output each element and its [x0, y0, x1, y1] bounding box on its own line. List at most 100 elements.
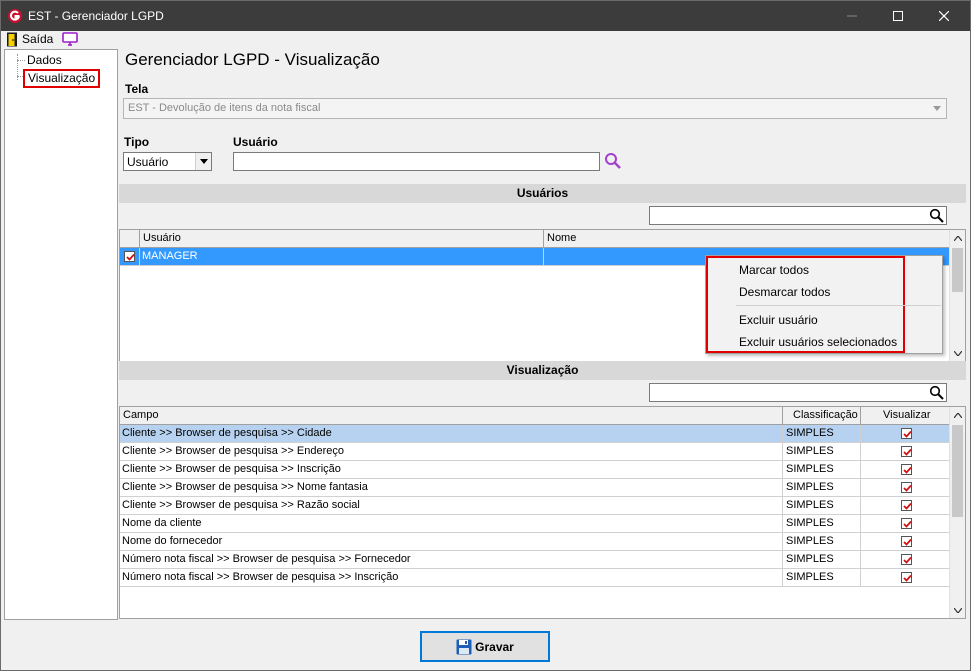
scroll-down-icon[interactable] [950, 345, 965, 361]
grid-header: Campo Classificação Visualizar [120, 407, 949, 425]
visualizar-cell[interactable] [861, 479, 949, 497]
minimize-button[interactable] [829, 1, 875, 31]
visualizacao-scrollbar[interactable] [949, 407, 965, 618]
exit-menu-item[interactable]: Saída [22, 32, 53, 46]
visualizar-cell[interactable] [861, 533, 949, 551]
table-row[interactable]: Número nota fiscal >> Browser de pesquis… [120, 569, 949, 587]
usuarios-scrollbar[interactable] [949, 230, 965, 361]
row-check-cell[interactable] [120, 248, 140, 266]
column-header-usuario[interactable]: Usuário [140, 230, 544, 248]
scroll-down-icon[interactable] [950, 602, 965, 618]
scroll-thumb[interactable] [952, 248, 963, 292]
visualizar-checkbox[interactable] [901, 518, 912, 529]
campo-cell: Nome do fornecedor [120, 533, 783, 551]
column-header-classificacao[interactable]: Classificação [783, 407, 861, 425]
menu-separator [736, 305, 941, 306]
column-header-nome[interactable]: Nome [544, 230, 949, 248]
search-icon[interactable] [929, 208, 944, 223]
column-header-visualizar[interactable]: Visualizar [861, 407, 949, 425]
column-header-check [120, 230, 140, 248]
table-row[interactable]: Número nota fiscal >> Browser de pesquis… [120, 551, 949, 569]
menu-item-excluir-usuario[interactable]: Excluir usuário [739, 313, 818, 327]
menu-item-marcar-todos[interactable]: Marcar todos [739, 263, 809, 277]
campo-cell: Cliente >> Browser de pesquisa >> Nome f… [120, 479, 783, 497]
classificacao-cell: SIMPLES [783, 443, 861, 461]
campo-cell: Cliente >> Browser de pesquisa >> Endere… [120, 443, 783, 461]
table-row[interactable]: Cliente >> Browser de pesquisa >> Endere… [120, 443, 949, 461]
visualizar-cell[interactable] [861, 443, 949, 461]
table-row[interactable]: Cliente >> Browser de pesquisa >> Cidade… [120, 425, 949, 443]
visualizar-checkbox[interactable] [901, 554, 912, 565]
classificacao-cell: SIMPLES [783, 425, 861, 443]
classificacao-cell: SIMPLES [783, 461, 861, 479]
menu-item-desmarcar-todos[interactable]: Desmarcar todos [739, 285, 830, 299]
campo-cell: Cliente >> Browser de pesquisa >> Cidade [120, 425, 783, 443]
main-window: EST - Gerenciador LGPD Saída Dados Visua… [0, 0, 971, 671]
tela-value: EST - Devolução de itens da nota fiscal [128, 102, 321, 114]
visualizar-checkbox[interactable] [901, 428, 912, 439]
close-icon [939, 11, 949, 21]
table-row[interactable]: Cliente >> Browser de pesquisa >> Nome f… [120, 479, 949, 497]
maximize-icon [893, 11, 903, 21]
exit-door-icon[interactable] [6, 32, 18, 47]
usuario-cell: MANAGER [140, 248, 544, 266]
tree-line [17, 60, 25, 61]
search-icon[interactable] [929, 385, 944, 400]
scroll-up-icon[interactable] [950, 230, 965, 246]
table-row[interactable]: Nome do fornecedor SIMPLES [120, 533, 949, 551]
menu-item-excluir-selecionados[interactable]: Excluir usuários selecionados [739, 335, 897, 349]
visualizar-cell[interactable] [861, 569, 949, 587]
classificacao-cell: SIMPLES [783, 479, 861, 497]
maximize-button[interactable] [875, 1, 921, 31]
table-row[interactable]: Cliente >> Browser de pesquisa >> Razão … [120, 497, 949, 515]
navigation-tree: Dados Visualização [4, 49, 118, 620]
visualizar-cell[interactable] [861, 497, 949, 515]
chevron-down-icon[interactable] [195, 153, 211, 170]
visualizar-checkbox[interactable] [901, 572, 912, 583]
visualizar-checkbox[interactable] [901, 536, 912, 547]
visualizacao-filter-input[interactable] [649, 383, 947, 402]
save-icon [456, 639, 472, 654]
classificacao-cell: SIMPLES [783, 497, 861, 515]
usuarios-section-header: Usuários [119, 184, 966, 203]
visualizar-checkbox[interactable] [901, 482, 912, 493]
close-button[interactable] [921, 1, 967, 31]
search-icon[interactable] [604, 152, 622, 170]
campo-cell: Nome da cliente [120, 515, 783, 533]
scroll-up-icon[interactable] [950, 407, 965, 423]
grid-header: Usuário Nome [120, 230, 949, 248]
window-title: EST - Gerenciador LGPD [28, 9, 164, 23]
table-row[interactable]: Cliente >> Browser de pesquisa >> Inscri… [120, 461, 949, 479]
usuario-input[interactable] [233, 152, 600, 171]
usuarios-filter-input[interactable] [649, 206, 947, 225]
table-row[interactable]: Nome da cliente SIMPLES [120, 515, 949, 533]
visualizar-checkbox[interactable] [901, 446, 912, 457]
tipo-label: Tipo [124, 135, 150, 149]
visualizar-cell[interactable] [861, 461, 949, 479]
gravar-button[interactable]: Gravar [420, 631, 550, 662]
row-checkbox[interactable] [124, 251, 135, 262]
chevron-down-icon[interactable] [929, 100, 945, 117]
visualizar-checkbox[interactable] [901, 500, 912, 511]
page-title: Gerenciador LGPD - Visualização [125, 50, 380, 69]
tipo-select[interactable]: Usuário [123, 152, 212, 171]
scroll-thumb[interactable] [952, 425, 963, 517]
title-bar: EST - Gerenciador LGPD [1, 1, 970, 31]
tela-combo[interactable]: EST - Devolução de itens da nota fiscal [123, 98, 947, 119]
monitor-icon[interactable] [62, 32, 78, 46]
visualizar-cell[interactable] [861, 515, 949, 533]
visualizar-checkbox[interactable] [901, 464, 912, 475]
classificacao-cell: SIMPLES [783, 515, 861, 533]
gravar-label: Gravar [475, 639, 514, 654]
tipo-value: Usuário [127, 155, 169, 169]
context-menu: Marcar todos Desmarcar todos Excluir usu… [705, 255, 943, 354]
visualizar-cell[interactable] [861, 425, 949, 443]
column-header-campo[interactable]: Campo [120, 407, 783, 425]
visualizar-cell[interactable] [861, 551, 949, 569]
visualizacao-grid: Campo Classificação Visualizar Cliente >… [119, 406, 966, 619]
tree-item-dados[interactable]: Dados [27, 53, 62, 68]
tree-item-visualizacao[interactable]: Visualização [23, 69, 101, 88]
campo-cell: Cliente >> Browser de pesquisa >> Razão … [120, 497, 783, 515]
campo-cell: Número nota fiscal >> Browser de pesquis… [120, 569, 783, 587]
campo-cell: Número nota fiscal >> Browser de pesquis… [120, 551, 783, 569]
